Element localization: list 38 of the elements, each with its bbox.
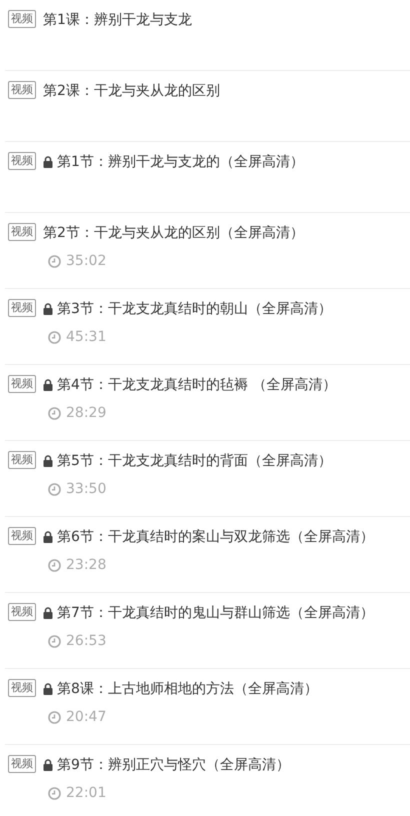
video-tag: 视频 xyxy=(8,152,36,170)
clock-icon xyxy=(48,710,61,724)
duration: 33:50 xyxy=(66,481,106,497)
video-tag: 视频 xyxy=(8,81,36,99)
duration: 20:47 xyxy=(66,709,106,725)
clock-icon xyxy=(48,330,61,344)
lesson-title[interactable]: 第5节：干龙支龙真结时的背面（全屏高清） xyxy=(57,451,332,471)
video-tag: 视频 xyxy=(8,603,36,621)
duration: 26:53 xyxy=(66,633,106,649)
duration: 35:02 xyxy=(66,253,106,269)
clock-icon xyxy=(48,406,61,420)
video-tag: 视频 xyxy=(8,375,36,393)
video-tag: 视频 xyxy=(8,299,36,317)
duration: 28:29 xyxy=(66,405,106,421)
lesson-title[interactable]: 第8课：上古地师相地的方法（全屏高清） xyxy=(57,679,318,699)
lesson-title[interactable]: 第1课：辨别干龙与支龙 xyxy=(43,10,192,30)
video-tag: 视频 xyxy=(8,527,36,545)
lesson-title[interactable]: 第3节：干龙支龙真结时的朝山（全屏高清） xyxy=(57,299,332,319)
video-tag: 视频 xyxy=(8,223,36,241)
clock-icon xyxy=(48,558,61,572)
clock-icon xyxy=(48,254,61,268)
lesson-title[interactable]: 第4节：干龙支龙真结时的毡褥 （全屏高清） xyxy=(57,375,336,395)
video-tag: 视频 xyxy=(8,10,36,28)
duration: 45:31 xyxy=(66,329,106,345)
duration: 22:01 xyxy=(66,785,106,801)
lesson-title[interactable]: 第2节：干龙与夹从龙的区别（全屏高清） xyxy=(43,223,304,243)
clock-icon xyxy=(48,482,61,496)
lesson-title[interactable]: 第9节：辨别正穴与怪穴（全屏高清） xyxy=(57,755,290,775)
lesson-title[interactable]: 第6节：干龙真结时的案山与双龙筛选（全屏高清） xyxy=(57,527,374,547)
lesson-title[interactable]: 第7节：干龙真结时的鬼山与群山筛选（全屏高清） xyxy=(57,603,374,623)
video-tag: 视频 xyxy=(8,451,36,469)
clock-icon xyxy=(48,786,61,800)
lesson-title[interactable]: 第1节：辨别干龙与支龙的（全屏高清） xyxy=(57,152,304,172)
clock-icon xyxy=(48,634,61,648)
lesson-title[interactable]: 第2课：干龙与夹从龙的区别 xyxy=(43,81,220,101)
video-tag: 视频 xyxy=(8,755,36,773)
video-tag: 视频 xyxy=(8,679,36,697)
duration: 23:28 xyxy=(66,557,106,573)
